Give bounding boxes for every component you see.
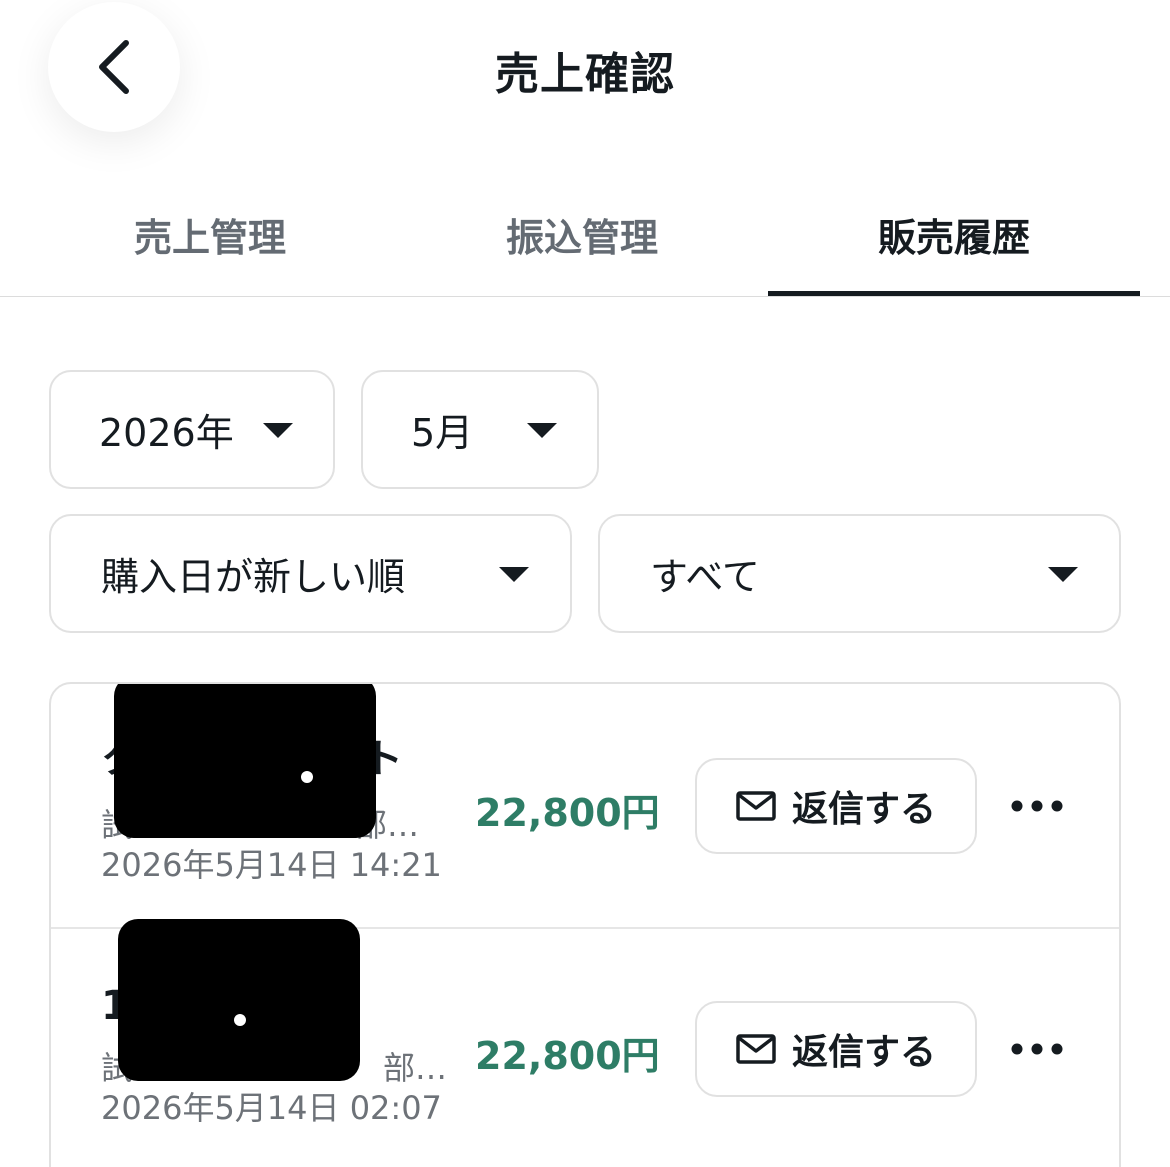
sales-list: クト 試 部… 2026年5月14日 14:21 22,800円 返信する — [49, 682, 1121, 1167]
more-options-button[interactable] — [1001, 1023, 1073, 1075]
more-horizontal-icon — [1011, 1043, 1063, 1055]
year-select[interactable]: 2026年 — [49, 370, 335, 489]
list-item[interactable]: 1 試 部… 2026年5月14日 02:07 22,800円 返信する — [51, 919, 1119, 1167]
redaction-box — [114, 684, 376, 838]
page-title: 売上確認 — [495, 49, 675, 100]
caret-down-icon — [499, 566, 529, 582]
tab-sales-history[interactable]: 販売履歴 — [768, 170, 1140, 298]
status-select-value: すべて — [650, 555, 760, 599]
reply-button-label: 返信する — [791, 1032, 936, 1073]
month-select[interactable]: 5月 — [361, 370, 599, 489]
purchase-date: 2026年5月14日 14:21 — [101, 846, 442, 884]
month-select-value: 5月 — [411, 411, 474, 455]
more-options-button[interactable] — [1001, 780, 1073, 832]
caret-down-icon — [263, 422, 293, 438]
caret-down-icon — [1048, 566, 1078, 582]
sale-price: 22,800円 — [475, 1034, 660, 1078]
reply-button-label: 返信する — [791, 789, 936, 830]
tab-sales-management[interactable]: 売上管理 — [24, 170, 396, 298]
status-select[interactable]: すべて — [598, 514, 1121, 633]
tabs-divider — [0, 296, 1170, 297]
more-horizontal-icon — [1011, 800, 1063, 812]
list-item[interactable]: クト 試 部… 2026年5月14日 14:21 22,800円 返信する — [51, 684, 1119, 927]
reply-button[interactable]: 返信する — [695, 1001, 977, 1097]
mail-icon — [736, 1034, 776, 1064]
purchase-date: 2026年5月14日 02:07 — [101, 1089, 442, 1127]
tab-transfer-management[interactable]: 振込管理 — [396, 170, 768, 298]
reply-button[interactable]: 返信する — [695, 758, 977, 854]
redaction-dot — [301, 771, 313, 783]
sales-confirmation-screen: 売上確認 売上管理 振込管理 販売履歴 2026年 5月 購入日が新しい順 すべ… — [0, 0, 1170, 1167]
redaction-dot — [234, 1014, 246, 1026]
caret-down-icon — [527, 422, 557, 438]
mail-icon — [736, 791, 776, 821]
year-select-value: 2026年 — [99, 411, 234, 455]
sort-select[interactable]: 購入日が新しい順 — [49, 514, 572, 633]
sale-price: 22,800円 — [475, 791, 660, 835]
sort-select-value: 購入日が新しい順 — [101, 555, 406, 599]
redaction-box — [118, 919, 360, 1081]
tab-bar: 売上管理 振込管理 販売履歴 — [24, 170, 1140, 298]
